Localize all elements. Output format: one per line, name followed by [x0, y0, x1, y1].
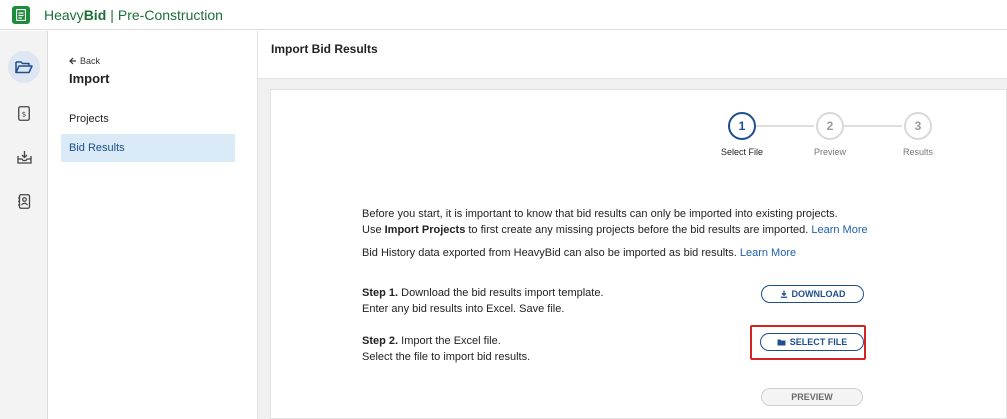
- step-number: 3: [914, 119, 922, 133]
- step-3-indicator: 3: [904, 112, 932, 140]
- step-1-indicator: 1: [728, 112, 756, 140]
- download-button[interactable]: DOWNLOAD: [761, 285, 864, 303]
- module-name: Pre-Construction: [117, 6, 223, 23]
- import-projects-emphasis: Import Projects: [384, 224, 466, 236]
- step-number: 2: [826, 119, 834, 133]
- intro-line-1: Before you start, it is important to kno…: [362, 208, 838, 220]
- page-header: Import Bid Results: [258, 31, 1007, 79]
- contacts-book-icon[interactable]: [8, 185, 40, 217]
- svg-text:$: $: [22, 110, 26, 118]
- download-icon: [780, 290, 787, 298]
- folder-open-icon[interactable]: [8, 51, 40, 83]
- nav-item-projects[interactable]: Projects: [61, 105, 235, 133]
- learn-more-link-2[interactable]: Learn More: [740, 247, 796, 259]
- heavybid-logo-icon[interactable]: [12, 5, 30, 24]
- step-2-label: Preview: [813, 147, 846, 157]
- intro-line-3: Bid History data exported from HeavyBid …: [362, 245, 796, 261]
- app-title: Heavy Bid | Pre-Construction: [44, 7, 223, 23]
- select-file-label: SELECT FILE: [789, 337, 848, 347]
- step-1-detail: Enter any bid results into Excel. Save f…: [362, 303, 565, 315]
- top-bar: Heavy Bid | Pre-Construction: [0, 0, 1007, 30]
- intro-text: Bid History data exported from HeavyBid …: [362, 247, 740, 259]
- estimate-document-icon[interactable]: $: [8, 97, 40, 129]
- step-2-instruction: Step 2. Import the Excel file.: [362, 333, 501, 349]
- step-2-indicator: 2: [816, 112, 844, 140]
- step-3-label: Results: [902, 147, 933, 157]
- brand-prefix: Heavy: [44, 6, 84, 23]
- icon-rail: $: [0, 31, 48, 419]
- inbox-download-icon[interactable]: [8, 141, 40, 173]
- learn-more-link[interactable]: Learn More: [811, 224, 867, 236]
- nav-item-label: Projects: [69, 113, 109, 125]
- main-content: Import Bid Results 1 2 3 Select File Pre…: [258, 31, 1007, 419]
- preview-label: PREVIEW: [791, 392, 833, 402]
- stepper-connector: [756, 125, 814, 127]
- select-file-button[interactable]: SELECT FILE: [760, 333, 864, 351]
- secondary-nav: Back Import Projects Bid Results: [48, 31, 258, 419]
- step-2-title: Step 2.: [362, 335, 399, 347]
- step-1-text: Download the bid results import template…: [398, 287, 604, 299]
- download-label: DOWNLOAD: [791, 289, 846, 299]
- intro-text: Use: [362, 224, 385, 236]
- arrow-left-icon: [69, 57, 76, 65]
- folder-icon: [777, 339, 786, 345]
- intro-line-2: Use Import Projects to first create any …: [362, 222, 868, 238]
- step-1-instruction: Step 1. Download the bid results import …: [362, 285, 604, 301]
- step-number: 1: [738, 119, 746, 133]
- import-card: 1 2 3 Select File Preview Results Before…: [270, 89, 1007, 419]
- back-label: Back: [80, 56, 101, 66]
- nav-item-bid-results[interactable]: Bid Results: [61, 134, 235, 162]
- step-1-label: Select File: [720, 147, 764, 157]
- nav-item-label: Bid Results: [69, 142, 125, 154]
- step-1-title: Step 1.: [362, 287, 399, 299]
- back-link[interactable]: Back: [69, 56, 100, 66]
- preview-button[interactable]: PREVIEW: [761, 388, 863, 406]
- intro-text: to first create any missing projects bef…: [465, 224, 812, 236]
- subnav-title: Import: [69, 71, 110, 86]
- step-2-text: Import the Excel file.: [398, 335, 501, 347]
- brand-bold: Bid: [83, 6, 107, 23]
- step-2-detail: Select the file to import bid results.: [362, 351, 531, 363]
- brand-separator: |: [110, 6, 114, 23]
- page-title: Import Bid Results: [271, 42, 378, 56]
- stepper-connector: [844, 125, 902, 127]
